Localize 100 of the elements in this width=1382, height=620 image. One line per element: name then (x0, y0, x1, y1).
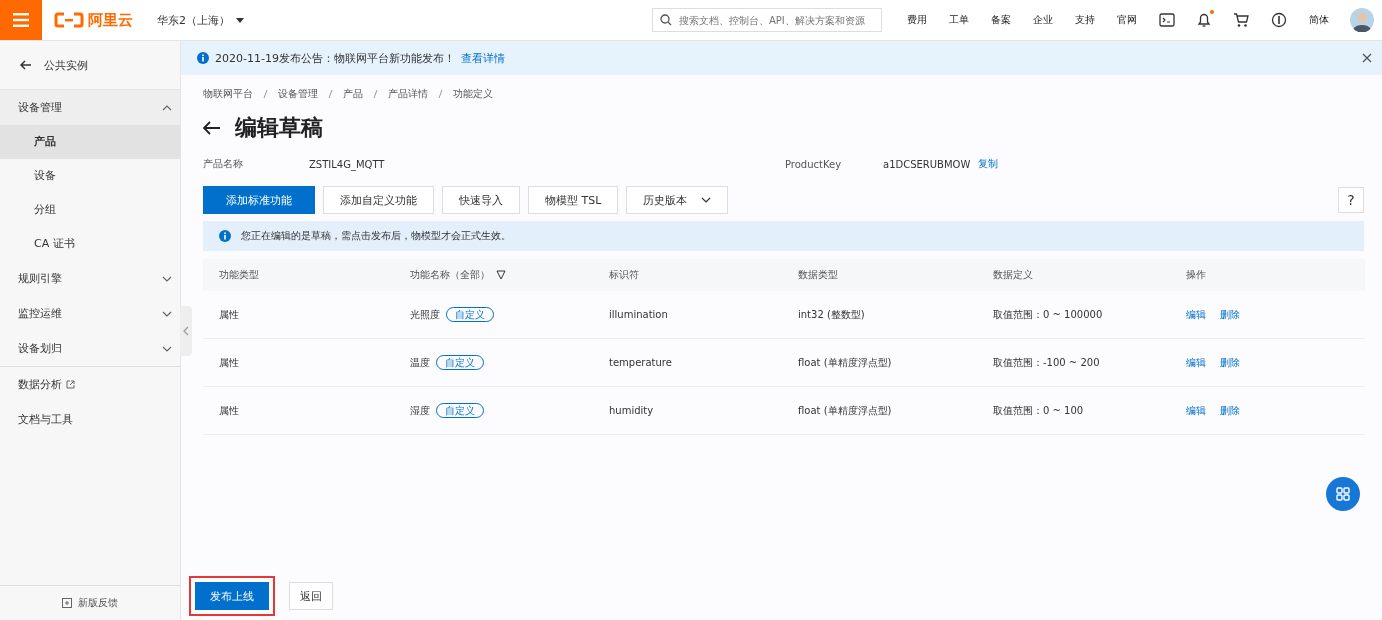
sidebar-item[interactable]: 文档与工具 (0, 402, 180, 437)
sidebar-subitem[interactable]: 分组 (0, 193, 180, 227)
footer-button[interactable]: 发布上线 (195, 582, 269, 610)
sidebar-item[interactable]: 设备划归 (0, 331, 180, 366)
nav-link[interactable]: 官网 (1117, 13, 1137, 27)
nav-link[interactable]: 支持 (1075, 13, 1095, 27)
breadcrumb-link[interactable]: 产品 (343, 87, 363, 101)
table-cell: temperature (609, 357, 672, 368)
chevron-icon (162, 345, 172, 352)
toolbar-button[interactable]: 添加标准功能 (203, 186, 315, 214)
chevron-icon (162, 275, 172, 282)
table-cell: 取值范围：-100 ~ 200 (993, 356, 1100, 368)
sidebar-label: 数据分析 (18, 377, 62, 392)
column-header: 数据定义 (977, 259, 1170, 291)
back-arrow-icon (20, 60, 32, 70)
search-icon (660, 14, 672, 26)
table-cell: 湿度 (410, 404, 430, 416)
notice-link[interactable]: 查看详情 (460, 50, 505, 66)
chevron-left-icon (183, 326, 189, 336)
action-link[interactable]: 删除 (1220, 356, 1240, 368)
toolbar-button[interactable]: 快速导入 (442, 186, 520, 214)
toolbar-button[interactable]: 添加自定义功能 (323, 186, 434, 214)
column-header: 数据类型 (782, 259, 977, 291)
info-value: a1DCSERUBMOW (883, 158, 971, 170)
table-cell: 光照度 (410, 308, 440, 320)
nav-link[interactable]: 企业 (1033, 13, 1053, 27)
floating-button[interactable] (1326, 477, 1360, 511)
table-cell: float (单精度浮点型) (798, 404, 892, 416)
sidebar-item[interactable]: 设备管理 (0, 90, 180, 125)
table-cell: float (单精度浮点型) (798, 356, 892, 368)
collapse-handle[interactable] (180, 306, 192, 356)
table-cell: 取值范围：0 ~ 100000 (993, 308, 1103, 320)
action-link[interactable]: 编辑 (1186, 404, 1206, 416)
terminal-icon[interactable] (1159, 13, 1175, 27)
help-icon[interactable] (1271, 12, 1287, 28)
avatar-icon[interactable] (1350, 8, 1374, 32)
sidebar-item[interactable]: 监控运维 (0, 296, 180, 331)
nav-link[interactable]: 备案 (991, 13, 1011, 27)
info-icon (219, 230, 231, 242)
table-cell: illumination (609, 309, 668, 320)
feedback-icon (62, 598, 72, 608)
alert-text: 您正在编辑的是草稿，需点击发布后，物模型才会正式生效。 (241, 229, 511, 243)
sidebar-label: 规则引擎 (18, 271, 62, 286)
back-label: 公共实例 (44, 57, 88, 73)
region-dropdown[interactable]: 华东2（上海） (151, 11, 250, 29)
info-value: ZSTIL4G_MQTT (309, 158, 385, 170)
breadcrumb-link[interactable]: 产品详情 (388, 87, 428, 101)
grid-icon (1336, 487, 1350, 501)
sidebar-label: 设备管理 (18, 100, 62, 115)
table-cell: 属性 (219, 404, 239, 416)
copy-link[interactable]: 复制 (978, 157, 999, 171)
breadcrumb-link[interactable]: 功能定义 (453, 87, 493, 101)
action-link[interactable]: 编辑 (1186, 356, 1206, 368)
menu-button[interactable] (0, 0, 42, 40)
table-cell: 温度 (410, 356, 430, 368)
cart-icon[interactable] (1233, 12, 1249, 28)
action-link[interactable]: 删除 (1220, 308, 1240, 320)
sidebar-label: 设备划归 (18, 341, 62, 356)
chevron-icon (162, 310, 172, 317)
sidebar-item[interactable]: 数据分析 (0, 367, 180, 402)
page-title: 编辑草稿 (235, 114, 323, 142)
logo-icon (54, 12, 84, 28)
column-header: 功能类型 (203, 259, 394, 291)
toolbar-button[interactable]: 历史版本 (626, 186, 729, 214)
toolbar-button[interactable]: 物模型 TSL (528, 186, 619, 214)
notice-text: 2020-11-19发布公告：物联网平台新功能发布！ (215, 50, 455, 66)
table-cell: 取值范围：0 ~ 100 (993, 404, 1084, 416)
menu-icon (13, 13, 29, 27)
info-label: ProductKey (785, 158, 843, 170)
caret-icon (236, 17, 244, 23)
sidebar-subitem[interactable]: CA 证书 (0, 227, 180, 261)
table-cell: 属性 (219, 308, 239, 320)
breadcrumb-link[interactable]: 设备管理 (278, 87, 318, 101)
table-cell: int32 (整数型) (798, 308, 865, 320)
column-header: 操作 (1170, 259, 1365, 291)
help-button[interactable]: ? (1338, 187, 1364, 213)
column-header[interactable]: 功能名称（全部） (394, 259, 593, 291)
language-link[interactable]: 简体 (1309, 13, 1329, 27)
back-arrow-icon[interactable] (203, 121, 221, 135)
bell-icon[interactable] (1197, 12, 1211, 28)
nav-link[interactable]: 费用 (907, 13, 927, 27)
action-link[interactable]: 编辑 (1186, 308, 1206, 320)
close-icon[interactable] (1362, 53, 1372, 63)
sidebar-subitem[interactable]: 设备 (0, 159, 180, 193)
footer-button[interactable]: 返回 (289, 582, 333, 610)
info-label: 产品名称 (203, 157, 244, 171)
breadcrumb-link[interactable]: 物联网平台 (203, 87, 253, 101)
feedback-link[interactable]: 新版反馈 (0, 585, 180, 620)
filter-icon (496, 270, 506, 280)
nav-link[interactable]: 工单 (949, 13, 969, 27)
column-header: 标识符 (593, 259, 782, 291)
search-field[interactable]: 搜索文档、控制台、API、解决方案和资源 (652, 8, 882, 32)
sidebar-label: 文档与工具 (18, 412, 73, 427)
action-link[interactable]: 删除 (1220, 404, 1240, 416)
logo-text: 阿里云 (88, 10, 133, 30)
info-icon (197, 52, 209, 64)
sidebar-subitem[interactable]: 产品 (0, 125, 180, 159)
chevron-icon (162, 104, 172, 111)
sidebar-item[interactable]: 规则引擎 (0, 261, 180, 296)
sidebar-label: 监控运维 (18, 306, 62, 321)
